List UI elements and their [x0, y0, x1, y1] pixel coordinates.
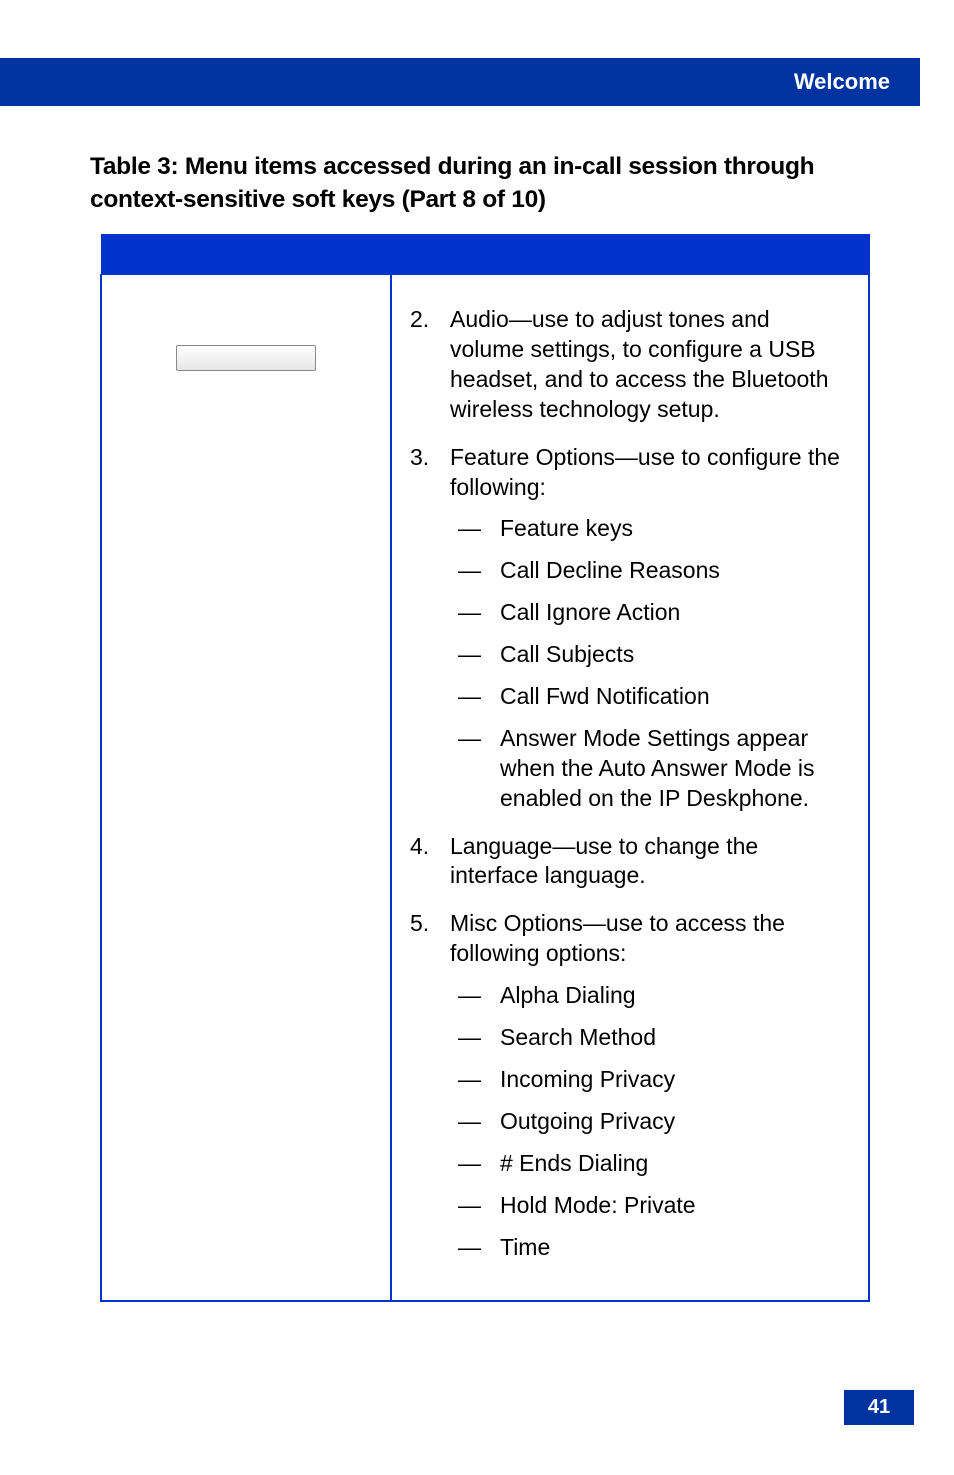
softkey-button-graphic — [176, 345, 316, 371]
sub-list: Alpha Dialing Search Method Incoming Pri… — [450, 981, 840, 1262]
sub-list-item: Call Subjects — [450, 640, 840, 670]
description-cell: Audio—use to adjust tones and volume set… — [391, 275, 869, 1302]
header-section-title: Welcome — [180, 58, 920, 106]
sub-list-item: Answer Mode Settings appear when the Aut… — [450, 724, 840, 814]
sub-list-item: Hold Mode: Private — [450, 1191, 840, 1221]
sub-list-item: Alpha Dialing — [450, 981, 840, 1011]
sub-item-text: Feature keys — [500, 515, 633, 541]
sub-list-item: Outgoing Privacy — [450, 1107, 840, 1137]
page-content: Table 3: Menu items accessed during an i… — [90, 150, 870, 1302]
sub-item-text: Incoming Privacy — [500, 1066, 675, 1092]
list-item-text: Misc Options—use to access the following… — [450, 910, 785, 966]
sub-item-text: Answer Mode Settings appear when the Aut… — [500, 725, 815, 811]
list-item: Feature Options—use to configure the fol… — [410, 443, 840, 814]
table-header-cell-right — [391, 235, 869, 275]
sub-item-text: Call Decline Reasons — [500, 557, 720, 583]
sub-list-item: Time — [450, 1233, 840, 1263]
list-item-text: Feature Options—use to configure the fol… — [450, 444, 840, 500]
page-number: 41 — [844, 1390, 914, 1425]
sub-list-item: Feature keys — [450, 514, 840, 544]
softkey-cell — [101, 275, 391, 1302]
sub-item-text: Alpha Dialing — [500, 982, 636, 1008]
menu-items-table: Audio—use to adjust tones and volume set… — [100, 234, 870, 1302]
sub-list-item: Call Fwd Notification — [450, 682, 840, 712]
sub-list: Feature keys Call Decline Reasons Call I… — [450, 514, 840, 813]
sub-item-text: # Ends Dialing — [500, 1150, 648, 1176]
table-title: Table 3: Menu items accessed during an i… — [90, 150, 870, 216]
sub-item-text: Search Method — [500, 1024, 656, 1050]
sub-list-item: # Ends Dialing — [450, 1149, 840, 1179]
header-accent-block — [0, 58, 180, 106]
sub-list-item: Search Method — [450, 1023, 840, 1053]
header-bar: Welcome — [0, 58, 920, 106]
menu-options-list: Audio—use to adjust tones and volume set… — [410, 305, 840, 1262]
sub-item-text: Hold Mode: Private — [500, 1192, 696, 1218]
list-item-text: Audio—use to adjust tones and volume set… — [450, 306, 829, 422]
table-row: Audio—use to adjust tones and volume set… — [101, 275, 869, 1302]
sub-item-text: Call Subjects — [500, 641, 634, 667]
sub-item-text: Outgoing Privacy — [500, 1108, 675, 1134]
sub-item-text: Call Fwd Notification — [500, 683, 710, 709]
sub-list-item: Incoming Privacy — [450, 1065, 840, 1095]
list-item-text: Language—use to change the interface lan… — [450, 833, 758, 889]
list-item: Audio—use to adjust tones and volume set… — [410, 305, 840, 425]
list-item: Misc Options—use to access the following… — [410, 909, 840, 1262]
sub-list-item: Call Decline Reasons — [450, 556, 840, 586]
sub-item-text: Call Ignore Action — [500, 599, 680, 625]
table-header-row — [101, 235, 869, 275]
list-item: Language—use to change the interface lan… — [410, 832, 840, 892]
table-header-cell-left — [101, 235, 391, 275]
sub-item-text: Time — [500, 1234, 550, 1260]
sub-list-item: Call Ignore Action — [450, 598, 840, 628]
